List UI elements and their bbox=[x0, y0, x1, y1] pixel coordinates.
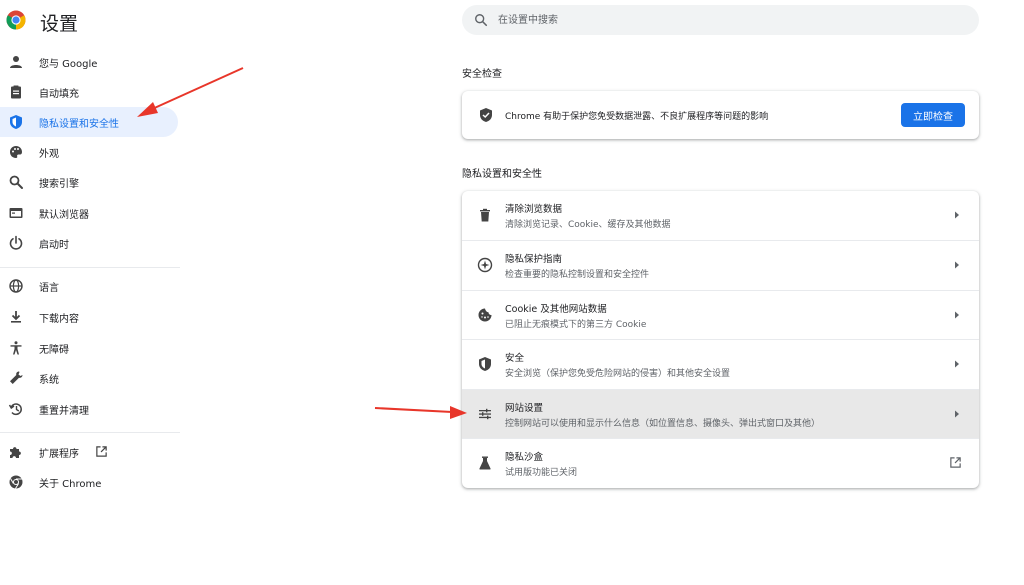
palette-icon bbox=[10, 146, 22, 158]
power-icon bbox=[9, 235, 23, 250]
tune-icon bbox=[479, 408, 491, 420]
chevron-right-icon bbox=[955, 211, 959, 219]
row-subtitle: 控制网站可以使用和显示什么信息（如位置信息、摄像头、弹出式窗口及其他） bbox=[505, 419, 821, 429]
row-privacy-sandbox[interactable]: 隐私沙盒 试用版功能已关闭 bbox=[462, 439, 979, 488]
chevron-right-icon bbox=[955, 311, 959, 319]
chrome-icon bbox=[9, 475, 23, 489]
row-title: 隐私沙盒 bbox=[505, 452, 544, 463]
row-site-settings[interactable]: 网站设置 控制网站可以使用和显示什么信息（如位置信息、摄像头、弹出式窗口及其他） bbox=[462, 390, 979, 439]
row-title: 网站设置 bbox=[505, 403, 544, 414]
row-subtitle: 安全浏览（保护您免受危险网站的侵害）和其他安全设置 bbox=[505, 369, 731, 379]
wrench-icon bbox=[10, 371, 23, 384]
sidebar-item-about-chrome[interactable]: 关于 Chrome bbox=[0, 467, 178, 497]
row-title: 清除浏览数据 bbox=[505, 204, 563, 215]
person-icon bbox=[10, 56, 22, 68]
row-subtitle: 已阻止无痕模式下的第三方 Cookie bbox=[505, 320, 647, 330]
row-security[interactable]: 安全 安全浏览（保护您免受危险网站的侵害）和其他安全设置 bbox=[462, 340, 979, 389]
chevron-right-icon bbox=[955, 261, 959, 269]
safety-check-description: Chrome 有助于保护您免受数据泄露、不良扩展程序等问题的影响 bbox=[505, 112, 769, 122]
search-icon bbox=[9, 175, 23, 189]
annotation-arrow-site-settings bbox=[374, 406, 467, 419]
page-title: 设置 bbox=[40, 13, 79, 35]
sidebar-item-label: 无障碍 bbox=[39, 345, 69, 356]
sidebar-item-label: 重置并清理 bbox=[39, 406, 89, 417]
row-subtitle: 检查重要的隐私控制设置和安全控件 bbox=[505, 270, 650, 280]
sidebar-item-label: 搜索引擎 bbox=[39, 179, 79, 190]
shield-check-icon bbox=[480, 108, 492, 122]
search-input[interactable] bbox=[496, 13, 940, 27]
privacy-security-heading: 隐私设置和安全性 bbox=[462, 169, 542, 180]
sidebar-item-languages[interactable]: 语言 bbox=[0, 271, 178, 301]
sidebar-divider bbox=[0, 267, 180, 268]
search-icon bbox=[475, 14, 488, 27]
globe-icon bbox=[9, 279, 23, 293]
privacy-security-card: 清除浏览数据 清除浏览记录、Cookie、缓存及其他数据 隐私保护指南 检查重要… bbox=[462, 191, 979, 488]
sidebar-divider bbox=[0, 432, 180, 433]
sidebar-item-label: 扩展程序 bbox=[39, 449, 79, 460]
chrome-logo-icon bbox=[6, 10, 26, 30]
row-title: Cookie 及其他网站数据 bbox=[505, 304, 607, 315]
trash-icon bbox=[480, 208, 490, 222]
sidebar-item-label: 您与 Google bbox=[39, 59, 98, 70]
row-privacy-guide[interactable]: 隐私保护指南 检查重要的隐私控制设置和安全控件 bbox=[462, 241, 979, 290]
sidebar-item-accessibility[interactable]: 无障碍 bbox=[0, 333, 178, 363]
chevron-right-icon bbox=[955, 360, 959, 368]
puzzle-icon bbox=[10, 447, 21, 458]
sidebar-item-autofill[interactable]: 自动填充 bbox=[0, 77, 178, 107]
accessibility-icon bbox=[10, 341, 22, 355]
sidebar-item-on-startup[interactable]: 启动时 bbox=[0, 228, 178, 258]
sidebar-item-label: 启动时 bbox=[39, 240, 69, 251]
flask-icon bbox=[479, 456, 491, 470]
compass-icon bbox=[477, 257, 493, 273]
sidebar-item-privacy-security[interactable]: 隐私设置和安全性 bbox=[0, 107, 178, 137]
sidebar-item-label: 系统 bbox=[39, 375, 59, 386]
cookie-icon bbox=[478, 308, 492, 322]
row-title: 隐私保护指南 bbox=[505, 254, 563, 265]
sidebar-item-you-and-google[interactable]: 您与 Google bbox=[0, 47, 178, 77]
restore-icon bbox=[8, 403, 22, 416]
external-link-icon bbox=[950, 457, 961, 468]
row-cookies[interactable]: Cookie 及其他网站数据 已阻止无痕模式下的第三方 Cookie bbox=[462, 291, 979, 340]
shield-icon bbox=[10, 115, 22, 129]
sidebar-item-reset[interactable]: 重置并清理 bbox=[0, 394, 178, 424]
security-shield-icon bbox=[479, 357, 491, 371]
browser-icon bbox=[9, 208, 23, 218]
settings-search-bar[interactable] bbox=[462, 5, 979, 35]
clipboard-icon bbox=[11, 85, 21, 99]
sidebar-item-downloads[interactable]: 下载内容 bbox=[0, 302, 178, 332]
safety-check-card: Chrome 有助于保护您免受数据泄露、不良扩展程序等问题的影响 立即检查 bbox=[462, 91, 979, 139]
check-now-button[interactable]: 立即检查 bbox=[901, 103, 965, 127]
sidebar-item-appearance[interactable]: 外观 bbox=[0, 137, 178, 167]
sidebar-item-search-engine[interactable]: 搜索引擎 bbox=[0, 167, 178, 197]
chevron-right-icon bbox=[955, 410, 959, 418]
sidebar-item-label: 关于 Chrome bbox=[39, 479, 102, 490]
row-subtitle: 试用版功能已关闭 bbox=[505, 468, 578, 478]
row-title: 安全 bbox=[505, 353, 525, 364]
sidebar-item-label: 语言 bbox=[39, 283, 59, 294]
sidebar-item-extensions[interactable]: 扩展程序 bbox=[0, 437, 178, 467]
sidebar-item-label: 默认浏览器 bbox=[39, 210, 89, 221]
safety-check-heading: 安全检查 bbox=[462, 69, 502, 80]
sidebar-item-label: 下载内容 bbox=[39, 314, 79, 325]
row-clear-browsing-data[interactable]: 清除浏览数据 清除浏览记录、Cookie、缓存及其他数据 bbox=[462, 191, 979, 240]
sidebar-item-default-browser[interactable]: 默认浏览器 bbox=[0, 198, 178, 228]
sidebar-item-label: 自动填充 bbox=[39, 89, 79, 100]
sidebar-item-system[interactable]: 系统 bbox=[0, 363, 178, 393]
external-link-icon bbox=[96, 446, 107, 457]
download-icon bbox=[11, 311, 21, 323]
sidebar-item-label: 隐私设置和安全性 bbox=[39, 119, 119, 130]
sidebar-item-label: 外观 bbox=[39, 149, 59, 160]
row-subtitle: 清除浏览记录、Cookie、缓存及其他数据 bbox=[505, 220, 671, 230]
